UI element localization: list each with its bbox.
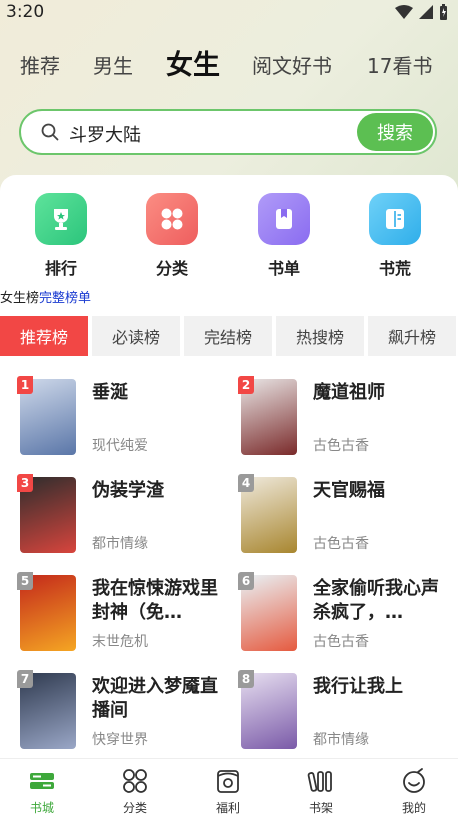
- tab-male[interactable]: 男生: [93, 50, 133, 79]
- trophy-icon: [35, 193, 87, 245]
- book-title: 魔道祖师: [313, 382, 385, 403]
- book-title: 全家偷听我心声杀疯了，…: [313, 578, 439, 623]
- category-icon: [123, 769, 147, 793]
- gift-icon: [217, 770, 239, 793]
- rank-badge: 1: [17, 376, 33, 394]
- book-title: 天官赐福: [313, 480, 385, 501]
- book-item[interactable]: 1 垂涎 现代纯爱: [17, 376, 230, 463]
- grid-icon: [146, 193, 198, 245]
- search-button[interactable]: 搜索: [357, 113, 433, 151]
- rank-tab-rising[interactable]: 飙升榜: [368, 316, 456, 356]
- book-item[interactable]: 4 天官赐福 古色古香: [238, 474, 451, 561]
- tab-yuewen[interactable]: 阅文好书: [252, 50, 332, 79]
- full-ranking-link[interactable]: 完整榜单: [39, 291, 91, 306]
- open-book-icon: [369, 193, 421, 245]
- tab-recommend[interactable]: 推荐: [20, 50, 60, 79]
- tab-17kan[interactable]: 17看书: [367, 50, 432, 79]
- rank-badge: 5: [17, 572, 33, 590]
- rank-tab-must-read[interactable]: 必读榜: [92, 316, 180, 356]
- book-item[interactable]: 8 我行让我上 都市情缘: [238, 670, 451, 757]
- book-item[interactable]: 2 魔道祖师 古色古香: [238, 376, 451, 463]
- quick-link-label: 书荒: [378, 259, 411, 278]
- status-icons: [395, 4, 448, 20]
- quick-link-label: 书单: [267, 259, 300, 278]
- profile-icon: [403, 768, 425, 793]
- nav-label: 福利: [215, 801, 240, 815]
- book-title: 伪装学渣: [92, 480, 164, 501]
- book-item[interactable]: 3 伪装学渣 都市情缘: [17, 474, 230, 561]
- signal-icon: [419, 5, 433, 19]
- rank-tab-recommended[interactable]: 推荐榜: [0, 316, 88, 356]
- book-title: 欢迎进入梦魇直播间: [92, 676, 218, 721]
- book-item[interactable]: 7 欢迎进入梦魇直播间 快穿世界: [17, 670, 230, 757]
- book-genre: 末世危机: [92, 634, 148, 650]
- nav-label: 书架: [308, 801, 333, 815]
- status-bar: 3:20: [0, 0, 458, 24]
- nav-category[interactable]: 分类: [105, 767, 165, 816]
- ranking-tabs: 推荐榜 必读榜 完结榜 热搜榜 飙升榜: [0, 316, 458, 356]
- rank-badge: 8: [238, 670, 254, 688]
- wifi-icon: [395, 5, 413, 19]
- book-genre: 古色古香: [313, 438, 369, 454]
- book-title: 我在惊悚游戏里封神（免…: [92, 578, 218, 623]
- search-bar[interactable]: 斗罗大陆 搜索: [19, 109, 437, 155]
- rank-badge: 3: [17, 474, 33, 492]
- quick-link-category[interactable]: 分类: [132, 193, 212, 279]
- book-item[interactable]: 5 我在惊悚游戏里封神（免… 末世危机: [17, 572, 230, 659]
- rank-badge: 6: [238, 572, 254, 590]
- tab-female[interactable]: 女生: [166, 43, 220, 82]
- main-content: 排行 分类 书单 书荒 女生榜完整榜单 推荐榜 必读榜 完结榜 热搜榜 飙升榜 …: [0, 175, 458, 755]
- bookshelf-icon: [307, 771, 332, 792]
- nav-welfare[interactable]: 福利: [198, 767, 258, 816]
- booklist-icon: [258, 193, 310, 245]
- rank-badge: 4: [238, 474, 254, 492]
- quick-link-ranking[interactable]: 排行: [21, 193, 101, 279]
- bottom-navigation: 书城 分类 福利 书架 我的: [0, 758, 458, 820]
- nav-bookshelf[interactable]: 书架: [291, 767, 351, 816]
- book-genre: 都市情缘: [313, 732, 369, 748]
- quick-link-booklack[interactable]: 书荒: [355, 193, 435, 279]
- rank-badge: 7: [17, 670, 33, 688]
- book-item[interactable]: 6 全家偷听我心声杀疯了，… 古色古香: [238, 572, 451, 659]
- status-time: 3:20: [6, 2, 45, 22]
- quick-link-booklist[interactable]: 书单: [244, 193, 324, 279]
- ranking-header: 女生榜完整榜单: [0, 287, 91, 306]
- top-category-tabs: 推荐 男生 女生 阅文好书 17看书: [0, 40, 458, 86]
- nav-bookstore[interactable]: 书城: [12, 767, 72, 816]
- ranking-header-title: 女生榜: [0, 291, 40, 306]
- search-icon: [41, 123, 59, 141]
- nav-label: 书城: [29, 801, 54, 815]
- nav-profile[interactable]: 我的: [384, 767, 444, 816]
- book-genre: 都市情缘: [92, 536, 148, 552]
- nav-label: 分类: [122, 801, 147, 815]
- battery-icon: [440, 4, 447, 20]
- book-genre: 古色古香: [313, 536, 369, 552]
- rank-tab-hot-search[interactable]: 热搜榜: [276, 316, 364, 356]
- quick-link-label: 分类: [155, 259, 188, 278]
- rank-badge: 2: [238, 376, 254, 394]
- book-genre: 古色古香: [313, 634, 369, 650]
- book-title: 我行让我上: [313, 676, 403, 697]
- nav-label: 我的: [401, 801, 426, 815]
- rank-tab-completed[interactable]: 完结榜: [184, 316, 272, 356]
- book-genre: 现代纯爱: [92, 438, 148, 454]
- book-title: 垂涎: [92, 382, 128, 403]
- quick-link-label: 排行: [44, 259, 77, 278]
- book-genre: 快穿世界: [92, 732, 148, 748]
- bookstore-icon: [30, 773, 54, 789]
- search-input[interactable]: 斗罗大陆: [69, 121, 141, 147]
